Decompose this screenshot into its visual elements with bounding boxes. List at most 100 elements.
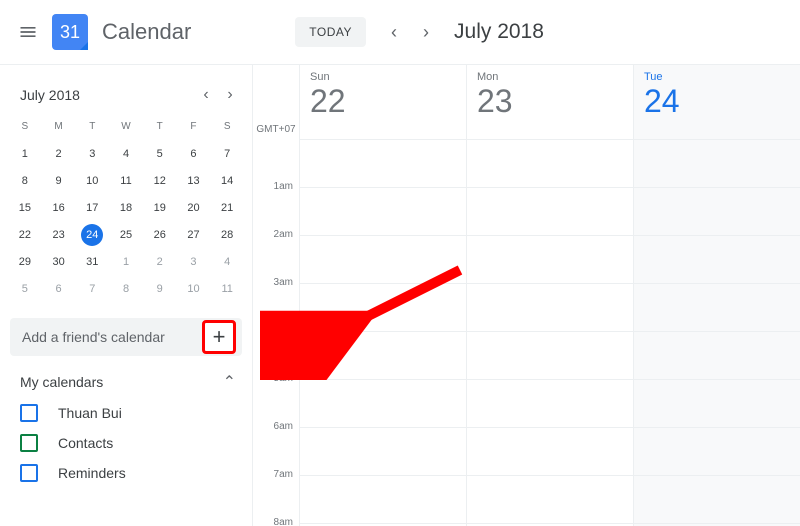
- hour-label: 4am: [253, 325, 299, 373]
- mini-day[interactable]: 1: [8, 140, 42, 167]
- time-slot[interactable]: [467, 475, 633, 523]
- mini-day[interactable]: 30: [42, 248, 76, 275]
- day-column[interactable]: [299, 139, 466, 526]
- mini-calendar[interactable]: SMTWTFS123456789101112131415161718192021…: [0, 113, 252, 302]
- time-slot[interactable]: [300, 379, 466, 427]
- day-column[interactable]: [633, 139, 800, 526]
- mini-day[interactable]: 20: [177, 194, 211, 221]
- time-slot[interactable]: [634, 379, 800, 427]
- mini-day[interactable]: 4: [109, 140, 143, 167]
- mini-day[interactable]: 13: [177, 167, 211, 194]
- mini-day[interactable]: 2: [143, 248, 177, 275]
- mini-day[interactable]: 1: [109, 248, 143, 275]
- calendar-list-item[interactable]: Reminders: [20, 458, 252, 488]
- mini-day[interactable]: 26: [143, 221, 177, 248]
- day-header[interactable]: Tue24: [633, 65, 800, 139]
- time-slot[interactable]: [634, 235, 800, 283]
- mini-day[interactable]: 7: [75, 275, 109, 302]
- day-header[interactable]: Sun22: [299, 65, 466, 139]
- mini-day[interactable]: 19: [143, 194, 177, 221]
- time-slot[interactable]: [634, 475, 800, 523]
- mini-day[interactable]: 16: [42, 194, 76, 221]
- time-slot[interactable]: [634, 187, 800, 235]
- mini-dow: M: [42, 113, 76, 140]
- mini-day[interactable]: 21: [210, 194, 244, 221]
- time-slot[interactable]: [300, 187, 466, 235]
- mini-prev-button[interactable]: ‹: [194, 83, 218, 107]
- time-slot[interactable]: [467, 427, 633, 475]
- time-slot[interactable]: [300, 235, 466, 283]
- today-button[interactable]: TODAY: [295, 17, 366, 47]
- day-header[interactable]: Mon23: [466, 65, 633, 139]
- time-slot[interactable]: [634, 427, 800, 475]
- mini-day[interactable]: 4: [210, 248, 244, 275]
- mini-day[interactable]: 18: [109, 194, 143, 221]
- hour-label: 6am: [253, 421, 299, 469]
- mini-day[interactable]: 25: [109, 221, 143, 248]
- calendar-list-item[interactable]: Contacts: [20, 428, 252, 458]
- mini-day[interactable]: 9: [143, 275, 177, 302]
- mini-day[interactable]: 23: [42, 221, 76, 248]
- mini-day[interactable]: 15: [8, 194, 42, 221]
- time-slot[interactable]: [634, 331, 800, 379]
- calendar-checkbox[interactable]: [20, 434, 38, 452]
- time-slot[interactable]: [467, 331, 633, 379]
- calendar-checkbox[interactable]: [20, 464, 38, 482]
- time-slot[interactable]: [300, 331, 466, 379]
- mini-day[interactable]: 11: [210, 275, 244, 302]
- mini-day[interactable]: 5: [143, 140, 177, 167]
- tz-label: GMT+07: [253, 65, 299, 139]
- mini-day[interactable]: 29: [8, 248, 42, 275]
- calendar-checkbox[interactable]: [20, 404, 38, 422]
- calendar-list-item[interactable]: Thuan Bui: [20, 398, 252, 428]
- mini-day[interactable]: 3: [177, 248, 211, 275]
- main-menu-button[interactable]: [8, 12, 48, 52]
- time-slot[interactable]: [467, 379, 633, 427]
- time-slot[interactable]: [467, 187, 633, 235]
- mini-day[interactable]: 2: [42, 140, 76, 167]
- day-column[interactable]: [466, 139, 633, 526]
- time-slot[interactable]: [300, 283, 466, 331]
- mini-day[interactable]: 7: [210, 140, 244, 167]
- mini-day[interactable]: 6: [177, 140, 211, 167]
- mini-day[interactable]: 28: [210, 221, 244, 248]
- time-slot[interactable]: [467, 283, 633, 331]
- mini-day[interactable]: 10: [177, 275, 211, 302]
- mini-day[interactable]: 9: [42, 167, 76, 194]
- add-calendar-button[interactable]: +: [213, 326, 226, 348]
- mini-day[interactable]: 3: [75, 140, 109, 167]
- mini-day[interactable]: 6: [42, 275, 76, 302]
- mini-dow: S: [8, 113, 42, 140]
- day-number: 24: [644, 83, 800, 120]
- mini-day[interactable]: 24: [75, 221, 109, 248]
- mini-dow: S: [210, 113, 244, 140]
- mini-day[interactable]: 31: [75, 248, 109, 275]
- mini-day[interactable]: 8: [109, 275, 143, 302]
- app-logo[interactable]: 31 Calendar: [52, 14, 191, 50]
- mini-day[interactable]: 11: [109, 167, 143, 194]
- add-friend-input[interactable]: Add a friend's calendar: [22, 329, 202, 345]
- mini-day[interactable]: 14: [210, 167, 244, 194]
- mini-day[interactable]: 22: [8, 221, 42, 248]
- chevron-up-icon: ⌃: [223, 372, 236, 392]
- time-slot[interactable]: [300, 475, 466, 523]
- time-slot[interactable]: [467, 235, 633, 283]
- time-slot[interactable]: [467, 139, 633, 187]
- time-grid[interactable]: 1am2am3am4am5am6am7am8am: [253, 139, 800, 526]
- time-slot[interactable]: [634, 139, 800, 187]
- mini-next-button[interactable]: ›: [218, 83, 242, 107]
- mini-day[interactable]: 17: [75, 194, 109, 221]
- my-calendars-header[interactable]: My calendars ⌃: [0, 356, 252, 398]
- mini-day[interactable]: 27: [177, 221, 211, 248]
- mini-dow: W: [109, 113, 143, 140]
- time-slot[interactable]: [634, 283, 800, 331]
- prev-period-button[interactable]: ‹: [378, 16, 410, 48]
- mini-day[interactable]: 5: [8, 275, 42, 302]
- time-slot[interactable]: [300, 139, 466, 187]
- mini-day[interactable]: 8: [8, 167, 42, 194]
- next-period-button[interactable]: ›: [410, 16, 442, 48]
- mini-day[interactable]: 10: [75, 167, 109, 194]
- time-slot[interactable]: [300, 427, 466, 475]
- mini-day[interactable]: 12: [143, 167, 177, 194]
- calendar-icon: 31: [52, 14, 88, 50]
